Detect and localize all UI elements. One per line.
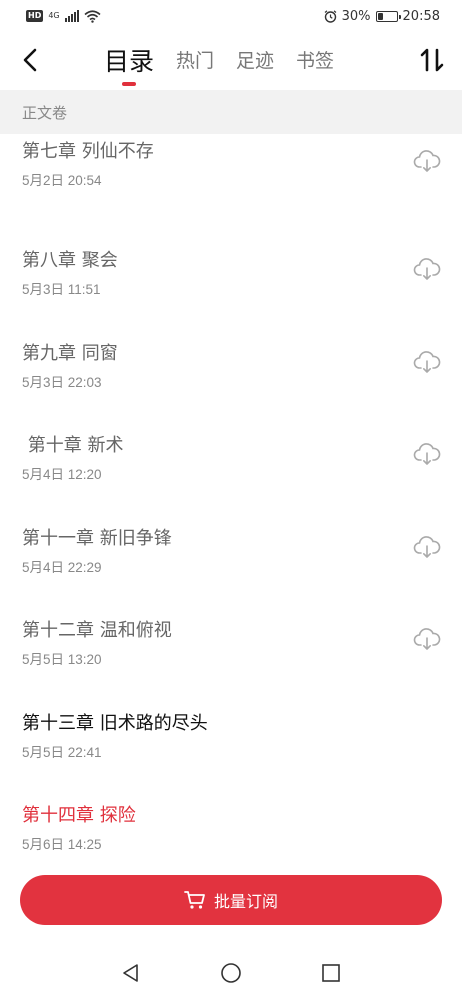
clock-time: 20:58 (402, 8, 440, 24)
back-button[interactable] (14, 44, 46, 76)
cloud-download-icon[interactable] (412, 532, 442, 562)
nav-back-button[interactable] (113, 955, 149, 991)
alarm-clock-icon (324, 9, 337, 23)
status-bar: HD 4G 30% 20:58 (0, 0, 462, 32)
nav-home-button[interactable] (213, 955, 249, 991)
chapter-item[interactable]: 第十二章 温和俯视 5月5日 13:20 (0, 596, 462, 689)
chapter-title: 第九章 同窗 (22, 342, 118, 364)
cloud-download-icon[interactable] (412, 624, 442, 654)
battery-icon (375, 10, 401, 22)
tab-history[interactable]: 足迹 (236, 42, 274, 81)
batch-subscribe-button[interactable]: 批量订阅 (20, 875, 442, 925)
circle-home-icon (221, 962, 241, 983)
chapter-item-current[interactable]: 第十四章 探险 5月6日 14:25 (0, 781, 462, 859)
nav-recents-button[interactable] (313, 955, 349, 991)
chapter-date: 5月2日 20:54 (22, 173, 102, 188)
chapter-title: 第十一章 新旧争锋 (22, 527, 172, 549)
hd-badge: HD (26, 10, 44, 22)
system-nav-bar (0, 945, 462, 1000)
volume-section-header: 正文卷 (0, 90, 462, 134)
catalog-header: 目录 热门 足迹 书签 (0, 34, 462, 88)
chapter-date: 5月6日 14:25 (22, 837, 102, 852)
chapter-item[interactable]: 第十三章 旧术路的尽头 5月5日 22:41 (0, 689, 462, 782)
square-recents-icon (322, 963, 340, 982)
cloud-download-icon[interactable] (412, 439, 442, 469)
chapter-title: 第八章 聚会 (22, 250, 118, 271)
chapter-title: 第十二章 温和俯视 (22, 620, 172, 641)
chapter-date: 5月5日 22:41 (22, 744, 102, 760)
chapter-item[interactable]: 第十一章 新旧争锋 5月4日 22:29 (0, 504, 462, 597)
tab-bar: 目录 热门 足迹 书签 (104, 42, 356, 86)
network-label: 4G (48, 11, 60, 20)
wifi-icon (84, 9, 101, 23)
sort-arrows-icon (420, 48, 444, 72)
triangle-back-icon (123, 963, 138, 982)
chapter-title: 第十三章 旧术路的尽头 (22, 712, 208, 734)
network-type: 4G (48, 12, 59, 20)
chapter-item[interactable]: 第七章 列仙不存 5月2日 20:54 (0, 134, 462, 226)
batch-subscribe-label: 批量订阅 (213, 892, 278, 911)
cell-signal-icon (64, 10, 79, 22)
tab-bookmarks[interactable]: 书签 (296, 42, 334, 81)
chapter-list[interactable]: 第七章 列仙不存 5月2日 20:54 第八章 聚会 5月3日 11:51 第九… (0, 134, 462, 859)
tab-catalog[interactable]: 目录 (104, 42, 154, 86)
chevron-left-icon (23, 48, 37, 72)
chapter-title: 第七章 列仙不存 (22, 141, 154, 162)
chapter-item[interactable]: 第八章 聚会 5月3日 11:51 (0, 226, 462, 319)
battery-percent: 30% (341, 8, 371, 24)
chapter-item[interactable]: 第十章 新术 5月4日 12:20 (0, 411, 462, 504)
status-right: 30% 20:58 (324, 9, 440, 24)
cart-icon (184, 891, 205, 909)
cloud-download-icon[interactable] (412, 347, 442, 377)
chapter-title: 第十四章 探险 (22, 805, 136, 826)
chapter-title: 第十章 新术 (22, 435, 124, 456)
cloud-download-icon[interactable] (412, 254, 442, 284)
chapter-date: 5月3日 22:03 (22, 374, 102, 390)
sort-button[interactable] (416, 44, 448, 76)
chapter-date: 5月5日 13:20 (22, 652, 102, 667)
volume-label: 正文卷 (22, 103, 68, 122)
cloud-download-icon[interactable] (412, 146, 442, 176)
status-left: HD 4G (26, 9, 101, 23)
tab-popular[interactable]: 热门 (176, 42, 214, 81)
chapter-item[interactable]: 第九章 同窗 5月3日 22:03 (0, 319, 462, 412)
chapter-date: 5月4日 12:20 (22, 467, 102, 482)
chapter-date: 5月4日 22:29 (22, 559, 102, 575)
chapter-date: 5月3日 11:51 (22, 282, 101, 297)
